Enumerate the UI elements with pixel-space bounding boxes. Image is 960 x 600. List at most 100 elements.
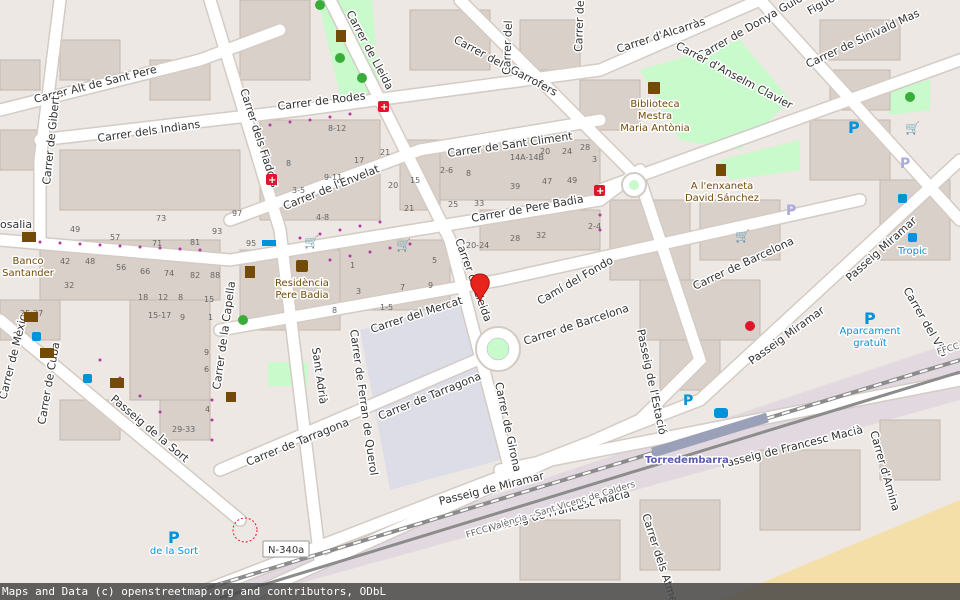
roundabout-main-island (486, 337, 510, 361)
map-canvas[interactable]: Carrer Alt de Sant Pere Carrer de Gibert… (0, 0, 960, 600)
house-number: 2-4 (588, 222, 601, 231)
bank-icon[interactable] (22, 232, 36, 242)
post-office-icon[interactable] (40, 348, 54, 358)
house-number: 17 (354, 156, 364, 165)
svg-text:Pere Badia: Pere Badia (275, 290, 328, 301)
house-number: 2-6 (440, 166, 453, 175)
residence-icon[interactable] (296, 260, 308, 272)
house-number: 3 (356, 287, 361, 296)
parking-icon[interactable]: P (786, 203, 796, 219)
taxi-icon[interactable] (714, 408, 728, 418)
svg-text:P: P (786, 203, 796, 219)
bus-stop-icon[interactable] (908, 233, 917, 242)
house-number: 97 (232, 209, 242, 218)
library-icon[interactable] (648, 82, 660, 94)
drinking-water-icon[interactable] (336, 30, 346, 42)
shopping-cart-icon[interactable]: 🛒 (396, 238, 411, 252)
svg-text:Banco: Banco (13, 256, 44, 267)
parking-icon[interactable]: P (848, 118, 860, 137)
hospital-icon[interactable]: + (594, 185, 605, 197)
svg-text:P: P (864, 309, 876, 328)
svg-text:+: + (596, 186, 604, 197)
bench-icon[interactable] (262, 240, 276, 246)
house-number: 12 (158, 293, 168, 302)
parking-icon[interactable]: P (683, 393, 693, 409)
svg-text:Tropic: Tropic (897, 246, 927, 257)
house-number: 28 (510, 234, 520, 243)
house-number: 18 (138, 293, 148, 302)
paw-icon[interactable] (315, 0, 325, 10)
bus-stop-icon[interactable] (898, 194, 907, 203)
house-number: 29-33 (172, 425, 195, 434)
house-number: 8 (466, 169, 471, 178)
house-number: 32 (536, 231, 546, 240)
house-number: 56 (116, 263, 126, 272)
house-number: 42 (60, 257, 70, 266)
house-number: 39 (510, 182, 520, 191)
house-number: 1 (350, 261, 355, 270)
house-number: 3 (592, 155, 597, 164)
svg-text:Torredembarra: Torredembarra (645, 455, 729, 466)
toilets-icon[interactable] (226, 392, 236, 402)
svg-text:P: P (848, 118, 860, 137)
svg-text:P: P (168, 528, 180, 547)
shopping-cart-icon[interactable]: 🛒 (905, 121, 920, 135)
street-label: osalia (0, 218, 32, 231)
house-number: 8 (332, 306, 337, 315)
house-number: 15-17 (148, 311, 171, 320)
house-number: 24 (562, 147, 572, 156)
house-number: 4-8 (316, 213, 329, 222)
shopping-cart-icon[interactable]: 🛒 (735, 229, 750, 243)
house-number: 6 (204, 365, 209, 374)
house-number: 73 (156, 214, 166, 223)
house-number: 21 (404, 204, 414, 213)
house-number: 9 (428, 281, 433, 290)
hospital-icon[interactable]: + (266, 174, 277, 186)
playground-icon[interactable] (238, 315, 248, 325)
house-number: 9-11 (324, 173, 342, 182)
map-attribution[interactable]: Maps and Data (c) openstreetmap.org and … (0, 583, 960, 600)
paw-icon[interactable] (905, 92, 915, 102)
svg-text:Maria Antònia: Maria Antònia (620, 122, 689, 134)
svg-text:🛒: 🛒 (304, 235, 319, 249)
house-number: 1 (208, 313, 213, 322)
house-number: 20 (388, 181, 398, 190)
house-number: 20 (540, 147, 550, 156)
parking-icon[interactable]: P (168, 528, 180, 547)
house-number: 57 (110, 233, 120, 242)
house-number: 74 (164, 269, 174, 278)
house-number: 71 (152, 239, 162, 248)
svg-text:+: + (380, 102, 388, 113)
svg-text:P: P (900, 156, 910, 172)
playground-icon[interactable] (357, 73, 367, 83)
paw-red-icon[interactable] (745, 321, 755, 331)
roundabout-top-island (629, 180, 639, 190)
house-number: 7 (400, 283, 405, 292)
house-number: 15 (410, 176, 420, 185)
house-number: 25 (448, 200, 458, 209)
bank-icon[interactable] (110, 378, 124, 388)
svg-text:Residència: Residència (275, 277, 329, 289)
map-svg[interactable]: Carrer Alt de Sant Pere Carrer de Gibert… (0, 0, 960, 600)
playground-icon[interactable] (335, 53, 345, 63)
drinking-water-icon[interactable] (245, 266, 255, 278)
shopping-cart-icon[interactable]: 🛒 (304, 235, 319, 249)
bank-icon[interactable] (24, 312, 38, 322)
svg-text:gratuït: gratuït (853, 338, 887, 349)
house-number: 8 (178, 293, 183, 302)
house-number: 14A-14B (510, 153, 544, 162)
house-number: 3-5 (292, 186, 305, 195)
bus-stop-icon[interactable] (83, 374, 92, 383)
house-number: 28 (580, 143, 590, 152)
svg-text:🛒: 🛒 (396, 238, 411, 252)
house-number: 33 (474, 199, 484, 208)
house-number: 21 (380, 148, 390, 157)
monument-icon[interactable] (716, 164, 726, 176)
parking-icon[interactable]: P (900, 156, 910, 172)
house-number: 8-12 (328, 124, 346, 133)
svg-text:🛒: 🛒 (905, 121, 920, 135)
parking-icon[interactable]: P (864, 309, 876, 328)
svg-text:Biblioteca: Biblioteca (630, 99, 679, 110)
hospital-icon[interactable]: + (378, 101, 389, 113)
bus-stop-icon[interactable] (32, 332, 41, 341)
